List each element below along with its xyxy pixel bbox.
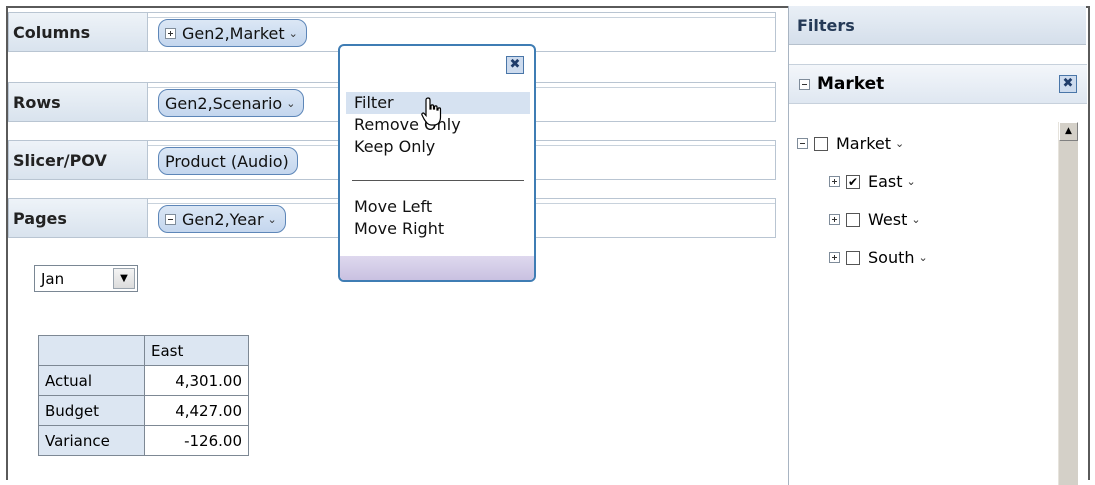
close-icon[interactable]: ✖ [506,56,524,74]
table-row: East [38,335,249,366]
slicer-dimension-pill[interactable]: Product (Audio) [158,147,298,175]
page-member-select[interactable]: Jan ▼ [34,265,138,292]
chevron-down-icon[interactable]: ⌄ [895,137,904,150]
grid-corner-cell [38,335,145,366]
page-select-value: Jan [41,269,65,288]
data-cell[interactable]: 4,427.00 [144,395,249,426]
menu-separator [352,180,524,181]
rows-dimension-pill[interactable]: Gen2,Scenario ⌄ [158,89,305,117]
minus-box-icon[interactable] [797,138,808,149]
checkbox-east[interactable]: ✔ [846,174,860,189]
data-cell[interactable]: 4,301.00 [144,365,249,396]
tree-label-west: West [868,210,908,229]
tree-label-south: South [868,248,915,267]
data-grid: East Actual 4,301.00 Budget 4,427.00 Var… [38,335,249,456]
tree-label-east: East [868,172,903,191]
rows-label: Rows [8,82,148,122]
plus-box-icon[interactable] [165,27,176,39]
columns-dimension-pill[interactable]: Gen2,Market ⌄ [158,19,307,47]
columns-label: Columns [8,12,148,52]
data-cell[interactable]: -126.00 [144,425,249,456]
chevron-down-icon[interactable]: ⌄ [286,97,295,110]
column-header-east: East [144,335,249,366]
minus-box-icon[interactable] [165,213,176,225]
plus-box-icon[interactable] [829,252,840,263]
dropdown-arrow-icon[interactable]: ▼ [113,268,135,289]
chevron-down-icon[interactable]: ⌄ [907,175,916,188]
checkbox-west[interactable] [846,212,860,227]
tree-item-west: West ⌄ [829,210,921,229]
menu-item-keep-only[interactable]: Keep Only [346,136,530,158]
market-filter-title: Market [817,74,885,94]
table-row: Actual 4,301.00 [38,365,249,396]
row-header-budget: Budget [38,395,145,426]
minus-box-icon[interactable] [799,79,810,90]
table-row: Budget 4,427.00 [38,395,249,426]
row-header-actual: Actual [38,365,145,396]
row-header-variance: Variance [38,425,145,456]
pages-label: Pages [8,198,148,238]
tree-label-market: Market [836,134,891,153]
hand-pointer-icon [421,97,442,126]
slicer-pill-label: Product (Audio) [165,151,289,171]
tree-item-east: ✔ East ⌄ [829,172,916,191]
pages-dimension-pill[interactable]: Gen2,Year ⌄ [158,205,286,233]
vertical-scrollbar[interactable]: ▲ [1058,122,1078,485]
chevron-down-icon[interactable]: ⌄ [919,251,928,264]
tree-item-south: South ⌄ [829,248,928,267]
columns-pill-label: Gen2,Market [182,23,285,43]
slicer-label: Slicer/POV [8,140,148,180]
plus-box-icon[interactable] [829,214,840,225]
scroll-up-arrow-icon[interactable]: ▲ [1059,122,1078,141]
checkbox-market[interactable] [814,136,828,151]
filters-panel: Filters Market ✖ Market ⌄ ✔ East ⌄ West … [788,6,1087,485]
menu-item-move-right[interactable]: Move Right [346,218,530,240]
table-row: Variance -126.00 [38,425,249,456]
menu-item-move-left[interactable]: Move Left [346,196,530,218]
chevron-down-icon[interactable]: ⌄ [268,213,277,226]
plus-box-icon[interactable] [829,176,840,187]
checkbox-south[interactable] [846,250,860,265]
filters-title: Filters [789,6,1086,45]
chevron-down-icon[interactable]: ⌄ [289,27,298,40]
close-icon[interactable]: ✖ [1059,75,1077,93]
dimension-context-menu: ✖ Filter Remove Only Keep Only Move Left… [338,44,536,282]
menu-footer [340,256,534,280]
rows-pill-label: Gen2,Scenario [165,93,283,113]
chevron-down-icon[interactable]: ⌄ [911,213,920,226]
market-filter-header: Market ✖ [789,64,1087,104]
tree-item-market: Market ⌄ [797,134,904,153]
pages-pill-label: Gen2,Year [182,209,264,229]
